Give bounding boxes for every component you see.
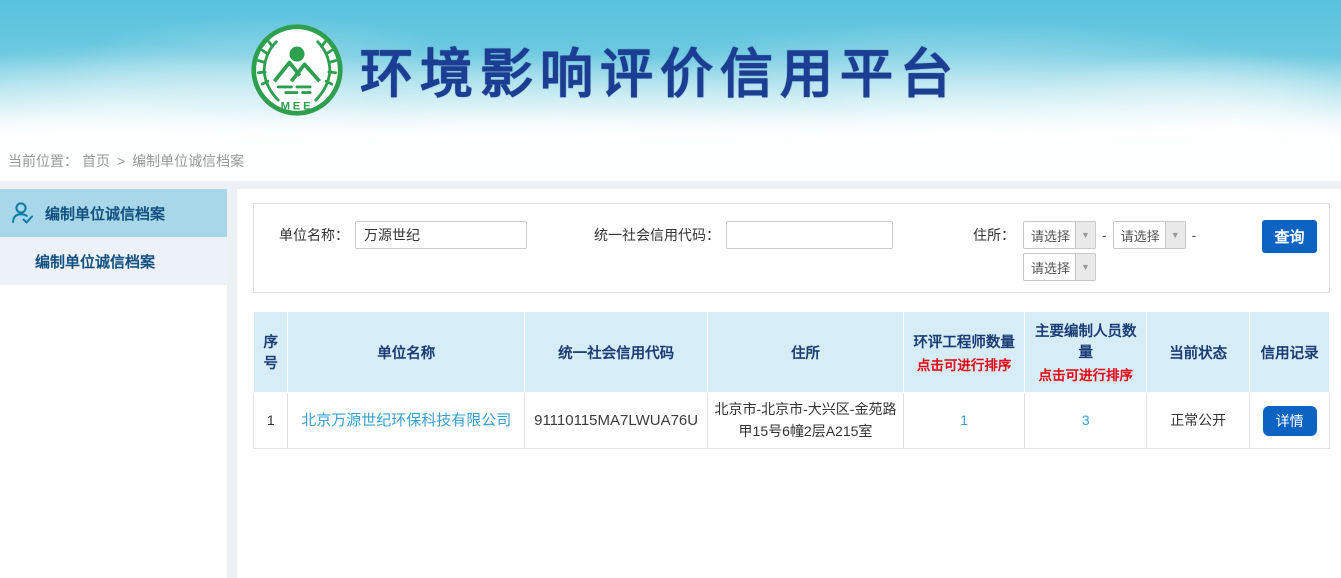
address-label: 住所： (973, 221, 1015, 249)
search-form: 单位名称： 统一社会信用代码： 住所： 请选择 ▼ (253, 203, 1330, 293)
address-city-select[interactable]: 请选择 ▼ (1113, 221, 1186, 249)
credit-code-input[interactable] (726, 221, 893, 249)
chevron-down-icon: ▼ (1165, 222, 1185, 248)
breadcrumb-current: 编制单位诚信档案 (132, 151, 244, 171)
credit-code-label: 统一社会信用代码： (594, 225, 720, 245)
address-field: 住所： 请选择 ▼ - 请选择 ▼ (973, 221, 1202, 281)
address-district-select[interactable]: 请选择 ▼ (1023, 253, 1096, 281)
staff-count-link[interactable]: 3 (1082, 412, 1090, 428)
sidebar-item-unit-archive-parent[interactable]: 编制单位诚信档案 (0, 189, 227, 237)
detail-button[interactable]: 详情 (1263, 406, 1317, 436)
breadcrumb-home-link[interactable]: 首页 (82, 151, 110, 171)
cell-address: 北京市-北京市-大兴区-金苑路甲15号6幢2层A215室 (708, 393, 904, 449)
address-province-select[interactable]: 请选择 ▼ (1023, 221, 1096, 249)
header-engineer-count-sort[interactable]: 环评工程师数量 点击可进行排序 (903, 312, 1025, 393)
results-table: 序号 单位名称 统一社会信用代码 住所 环评工程师数量 点击可进行排序 主要编制… (253, 311, 1330, 449)
address-dash: - (1102, 221, 1107, 249)
sidebar-item-unit-archive[interactable]: 编制单位诚信档案 (0, 237, 227, 285)
header-status: 当前状态 (1147, 312, 1250, 393)
site-header: MEE 环境影响评价信用平台 (0, 0, 1341, 140)
main-content: 单位名称： 统一社会信用代码： 住所： 请选择 ▼ (237, 189, 1341, 578)
table-header-row: 序号 单位名称 统一社会信用代码 住所 环评工程师数量 点击可进行排序 主要编制… (254, 312, 1330, 393)
sort-hint: 点击可进行排序 (908, 354, 1021, 374)
breadcrumb: 当前位置： 首页 > 编制单位诚信档案 (0, 140, 1341, 181)
sidebar: 编制单位诚信档案 编制单位诚信档案 (0, 189, 227, 578)
header-credit-code: 统一社会信用代码 (525, 312, 708, 393)
company-name-input[interactable] (355, 221, 527, 249)
breadcrumb-separator: > (117, 153, 125, 169)
site-title: 环境影响评价信用平台 (360, 32, 960, 108)
sidebar-item-label: 编制单位诚信档案 (35, 251, 155, 272)
engineer-count-link[interactable]: 1 (960, 412, 968, 428)
chevron-down-icon: ▼ (1075, 222, 1095, 248)
svg-text:MEE: MEE (281, 100, 314, 112)
breadcrumb-prefix: 当前位置： (8, 151, 78, 171)
brand: MEE 环境影响评价信用平台 (250, 23, 960, 117)
mee-logo-icon: MEE (250, 23, 344, 117)
cell-index: 1 (254, 393, 288, 449)
sidebar-item-label: 编制单位诚信档案 (45, 203, 165, 224)
user-check-icon (10, 200, 36, 226)
header-staff-count-sort[interactable]: 主要编制人员数量 点击可进行排序 (1025, 312, 1147, 393)
chevron-down-icon: ▼ (1075, 254, 1095, 280)
cell-status: 正常公开 (1147, 393, 1250, 449)
page: MEE 环境影响评价信用平台 当前位置： 首页 > 编制单位诚信档案 编制单位诚… (0, 0, 1341, 578)
header-company-name: 单位名称 (288, 312, 525, 393)
credit-code-field: 统一社会信用代码： (594, 221, 893, 249)
company-name-field: 单位名称： (279, 221, 527, 249)
table-row: 1 北京万源世纪环保科技有限公司 91110115MA7LWUA76U 北京市-… (254, 393, 1330, 449)
address-dash: - (1192, 221, 1197, 249)
content: 编制单位诚信档案 编制单位诚信档案 单位名称： 统一社会信用代码： (0, 181, 1341, 578)
header-address: 住所 (708, 312, 904, 393)
cell-credit-code: 91110115MA7LWUA76U (525, 393, 708, 449)
header-index: 序号 (254, 312, 288, 393)
query-button[interactable]: 查询 (1262, 220, 1317, 253)
header-credit-record: 信用记录 (1250, 312, 1330, 393)
company-name-label: 单位名称： (279, 225, 349, 245)
sort-hint: 点击可进行排序 (1029, 364, 1142, 384)
company-name-link[interactable]: 北京万源世纪环保科技有限公司 (301, 412, 511, 429)
